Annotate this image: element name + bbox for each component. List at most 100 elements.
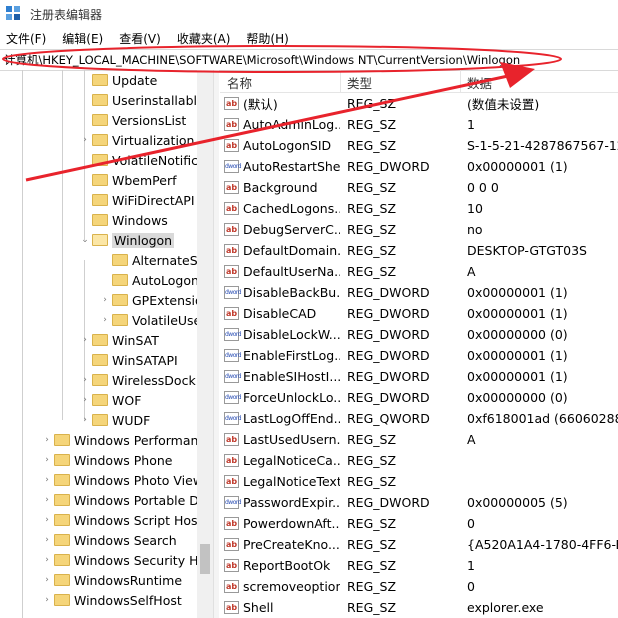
collapse-chevron-icon[interactable]: ⌄ — [80, 235, 90, 245]
value-row[interactable]: dword DisableBackBu... REG_DWORD 0x00000001… — [220, 282, 618, 303]
tree-item-alternates[interactable]: AlternateS — [100, 250, 198, 270]
folder-icon — [54, 534, 70, 546]
value-data: 0x00000001 (1) — [467, 369, 568, 384]
value-row[interactable]: dword PasswordExpir... REG_DWORD 0x00000005… — [220, 492, 618, 513]
value-data: 0 — [467, 579, 475, 594]
value-name: LastUsedUsern... — [243, 432, 340, 447]
column-type-header[interactable]: 类型 — [347, 73, 372, 92]
expand-chevron-icon[interactable]: › — [42, 575, 52, 585]
string-value-icon: ab — [224, 97, 239, 110]
column-data-header[interactable]: 数据 — [467, 73, 492, 92]
tree-item-wudf[interactable]: › WUDF — [80, 410, 150, 430]
tree-item-userinstallabl[interactable]: Userinstallabl — [80, 90, 197, 110]
tree-item-versionslist[interactable]: VersionsList — [80, 110, 186, 130]
tree-item-wof[interactable]: › WOF — [80, 390, 141, 410]
value-row[interactable]: ab DefaultDomain... REG_SZ DESKTOP-GTGT03S — [220, 240, 618, 261]
value-row[interactable]: ab scremoveoption REG_SZ 0 — [220, 576, 618, 597]
value-row[interactable]: ab DefaultUserNa... REG_SZ A — [220, 261, 618, 282]
expand-chevron-icon[interactable]: › — [42, 555, 52, 565]
value-name: EnableSIHostI... — [243, 369, 340, 384]
menu-file[interactable]: 文件(F) — [0, 30, 52, 47]
tree-item-wbemperf[interactable]: WbemPerf — [80, 170, 176, 190]
value-row[interactable]: ab AutoLogonSID REG_SZ S-1-5-21-4287867567-… — [220, 135, 618, 156]
tree-item-windowsruntime[interactable]: › WindowsRuntime — [42, 570, 182, 590]
expand-chevron-icon[interactable]: › — [42, 535, 52, 545]
tree-item-virtualization[interactable]: › Virtualization — [80, 130, 194, 150]
value-row[interactable]: ab CachedLogons... REG_SZ 10 — [220, 198, 618, 219]
expand-chevron-icon[interactable]: › — [80, 415, 90, 425]
expand-chevron-icon[interactable]: › — [80, 335, 90, 345]
value-row[interactable]: ab LegalNoticeText REG_SZ — [220, 471, 618, 492]
tree-item-windows-photo-view[interactable]: › Windows Photo View — [42, 470, 200, 490]
value-row[interactable]: dword LastLogOffEnd... REG_QWORD 0xf618001a… — [220, 408, 618, 429]
address-path[interactable]: 计算机\HKEY_LOCAL_MACHINE\SOFTWARE\Microsof… — [0, 52, 520, 68]
folder-icon — [54, 494, 70, 506]
folder-icon — [54, 434, 70, 446]
expand-chevron-icon[interactable]: › — [100, 315, 110, 325]
column-name-header[interactable]: 名称 — [227, 73, 252, 92]
expand-chevron-icon[interactable]: › — [42, 515, 52, 525]
expand-chevron-icon[interactable]: › — [42, 455, 52, 465]
value-row[interactable]: ab DebugServerC... REG_SZ no — [220, 219, 618, 240]
value-row[interactable]: dword AutoRestartShell REG_DWORD 0x00000001… — [220, 156, 618, 177]
tree-item-windowsselfhost[interactable]: › WindowsSelfHost — [42, 590, 182, 610]
value-row[interactable]: ab Background REG_SZ 0 0 0 — [220, 177, 618, 198]
tree-item-update[interactable]: Update — [80, 70, 157, 90]
tree-item-windows[interactable]: Windows — [80, 210, 168, 230]
tree-item-autologon[interactable]: AutoLogon — [100, 270, 199, 290]
value-row[interactable]: dword ForceUnlockLo... REG_DWORD 0x00000000… — [220, 387, 618, 408]
tree-item-label: WiFiDirectAPI — [112, 192, 195, 208]
tree-item-windows-phone[interactable]: › Windows Phone — [42, 450, 172, 470]
regedit-icon — [6, 6, 22, 22]
value-row[interactable]: ab LegalNoticeCa... REG_SZ — [220, 450, 618, 471]
tree-item-windows-script-hos[interactable]: › Windows Script Hos — [42, 510, 197, 530]
string-value-icon: ab — [224, 244, 239, 257]
value-row[interactable]: ab PreCreateKno... REG_SZ {A520A1A4-1780-4F… — [220, 534, 618, 555]
tree-item-label: Windows Search — [74, 532, 177, 548]
tree-item-volatileuse[interactable]: › VolatileUse — [100, 310, 200, 330]
tree-item-winsatapi[interactable]: WinSATAPI — [80, 350, 178, 370]
expand-chevron-icon[interactable]: › — [42, 475, 52, 485]
tree-item-windows-performan[interactable]: › Windows Performan — [42, 430, 198, 450]
tree-item-label: WbemPerf — [112, 172, 177, 188]
tree-item-wifidirectapi[interactable]: WiFiDirectAPI — [80, 190, 195, 210]
tree-item-windows-portable-d[interactable]: › Windows Portable D — [42, 490, 199, 510]
value-row[interactable]: ab (默认) REG_SZ (数值未设置) — [220, 93, 618, 114]
tree-item-volatilenotific[interactable]: VolatileNotific — [80, 150, 198, 170]
value-row[interactable]: ab LastUsedUsern... REG_SZ A — [220, 429, 618, 450]
value-row[interactable]: ab DisableCAD REG_DWORD 0x00000001 (1) — [220, 303, 618, 324]
value-data: 0x00000000 (0) — [467, 327, 568, 342]
expand-chevron-icon[interactable]: › — [80, 375, 90, 385]
expand-chevron-icon[interactable]: › — [80, 135, 90, 145]
pane-splitter[interactable] — [213, 70, 219, 618]
expand-chevron-icon[interactable]: › — [80, 395, 90, 405]
tree-item-windows-security-he[interactable]: › Windows Security He — [42, 550, 200, 570]
expand-chevron-icon[interactable]: › — [42, 595, 52, 605]
value-row[interactable]: dword EnableSIHostI... REG_DWORD 0x00000001… — [220, 366, 618, 387]
value-data: DESKTOP-GTGT03S — [467, 243, 587, 258]
expand-chevron-icon[interactable]: › — [100, 295, 110, 305]
tree-item-gpextensio[interactable]: › GPExtensio — [100, 290, 200, 310]
menu-view[interactable]: 查看(V) — [113, 30, 167, 47]
expand-chevron-icon[interactable]: › — [42, 435, 52, 445]
tree-item-label: WinSAT — [112, 332, 159, 348]
value-row[interactable]: dword DisableLockW... REG_DWORD 0x00000000 … — [220, 324, 618, 345]
value-row[interactable]: ab Shell REG_SZ explorer.exe — [220, 597, 618, 618]
tree-item-windows-search[interactable]: › Windows Search — [42, 530, 177, 550]
menu-help[interactable]: 帮助(H) — [240, 30, 294, 47]
value-row[interactable]: ab PowerdownAft... REG_SZ 0 — [220, 513, 618, 534]
value-row[interactable]: ab AutoAdminLog... REG_SZ 1 — [220, 114, 618, 135]
address-bar[interactable]: 计算机\HKEY_LOCAL_MACHINE\SOFTWARE\Microsof… — [0, 49, 618, 71]
value-name: AutoRestartShell — [243, 159, 340, 174]
tree-item-winlogon[interactable]: ⌄ Winlogon — [80, 230, 175, 250]
menu-edit[interactable]: 编辑(E) — [56, 30, 109, 47]
tree-scrollbar-thumb[interactable] — [200, 544, 210, 574]
tree-scrollbar[interactable] — [197, 70, 213, 618]
value-type: REG_SZ — [347, 96, 397, 111]
value-row[interactable]: dword EnableFirstLog... REG_DWORD 0x0000000… — [220, 345, 618, 366]
value-type: REG_SZ — [347, 243, 397, 258]
expand-chevron-icon[interactable]: › — [42, 495, 52, 505]
tree-item-wirelessdock[interactable]: › WirelessDock — [80, 370, 196, 390]
tree-item-winsat[interactable]: › WinSAT — [80, 330, 159, 350]
menu-favorites[interactable]: 收藏夹(A) — [171, 30, 237, 47]
